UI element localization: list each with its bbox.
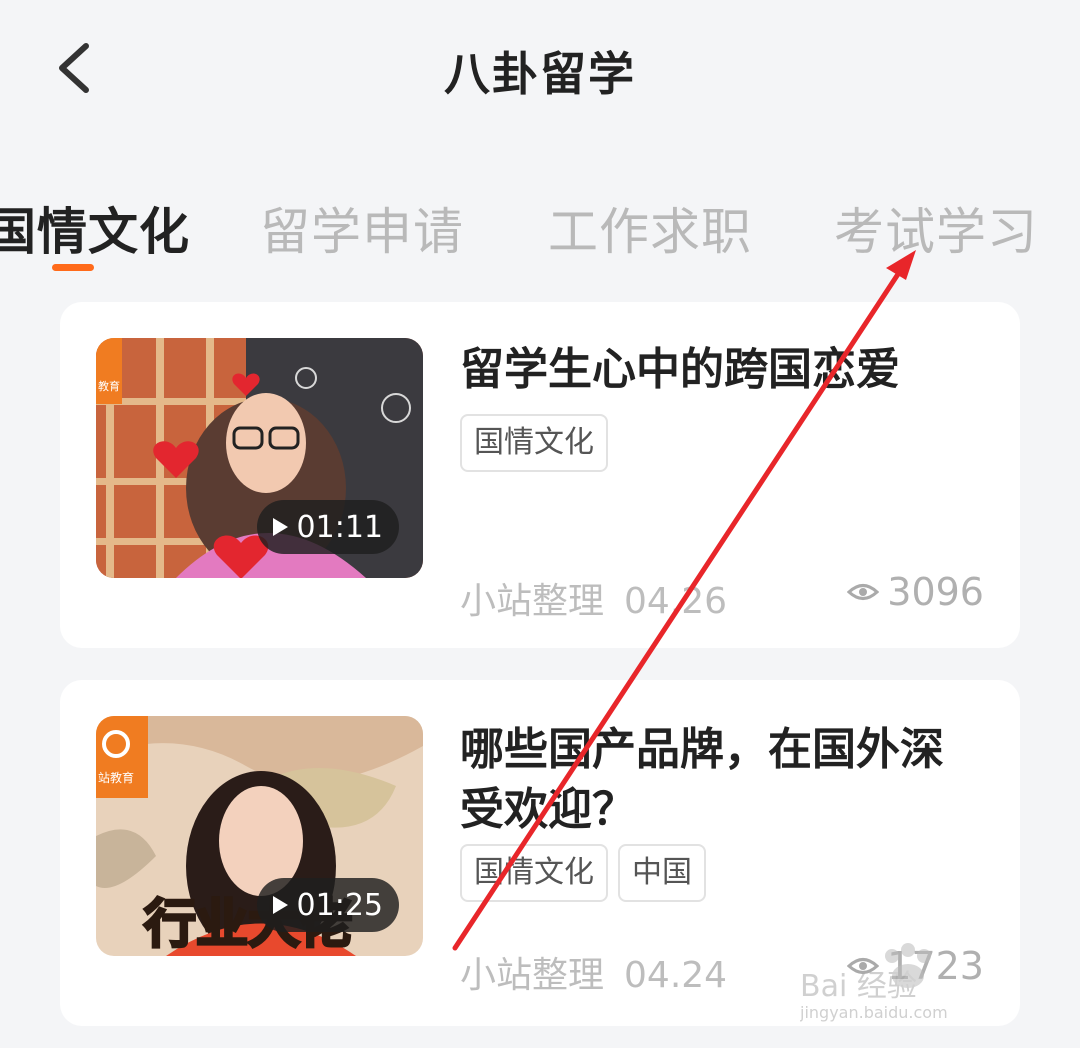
tag[interactable]: 国情文化 [460,414,608,472]
video-thumbnail[interactable]: 站教育 行业大佬 01:25 [96,716,423,956]
app-screen: 八卦留学 国情文化 留学申请 工作求职 考试学习 教育 01:11 留学生心中的… [0,0,1080,1048]
publish-date: 04.26 [624,581,728,622]
svg-text:jingyan.baidu.com: jingyan.baidu.com [800,1003,948,1022]
article-card[interactable]: 教育 01:11 留学生心中的跨国恋爱 国情文化 小站整理 04.26 3096 [60,302,1020,648]
tab-exam-study[interactable]: 考试学习 [834,192,1038,264]
view-count-value: 3096 [887,570,984,614]
category-tabs: 国情文化 留学申请 工作求职 考试学习 [0,180,1080,280]
active-tab-indicator [52,264,94,271]
svg-text:Bai 经验: Bai 经验 [800,969,917,1004]
author: 小站整理 [460,581,605,622]
video-duration: 01:11 [296,509,383,545]
page-title: 八卦留学 [444,47,636,101]
tag[interactable]: 国情文化 [460,844,608,902]
tab-culture[interactable]: 国情文化 [0,192,190,264]
article-title[interactable]: 留学生心中的跨国恋爱 [460,340,980,400]
video-duration-badge: 01:25 [256,878,399,932]
svg-text:教育: 教育 [98,379,120,393]
video-duration: 01:25 [296,887,383,923]
eye-icon [847,584,880,600]
author: 小站整理 [460,955,605,996]
tab-job-search[interactable]: 工作求职 [548,192,752,264]
watermark-logo: Bai 经验 jingyan.baidu.com [800,943,948,1022]
watermark: Bai 经验 jingyan.baidu.com [800,942,1020,1022]
video-thumbnail[interactable]: 教育 01:11 [96,338,423,578]
play-icon [272,518,288,536]
svg-text:站教育: 站教育 [98,770,134,785]
article-title[interactable]: 哪些国产品牌，在国外深受欢迎？ [460,720,980,840]
play-icon [272,896,288,914]
tab-study-abroad-application[interactable]: 留学申请 [260,192,464,264]
publish-date: 04.24 [624,955,728,996]
article-meta: 小站整理 04.26 [460,572,727,624]
tag-list: 国情文化 [460,414,608,472]
view-count: 3096 [847,570,984,614]
tag[interactable]: 中国 [618,844,706,902]
top-bar: 八卦留学 [0,0,1080,140]
video-duration-badge: 01:11 [256,500,399,554]
tag-list: 国情文化 中国 [460,844,706,902]
article-meta: 小站整理 04.24 [460,946,727,998]
